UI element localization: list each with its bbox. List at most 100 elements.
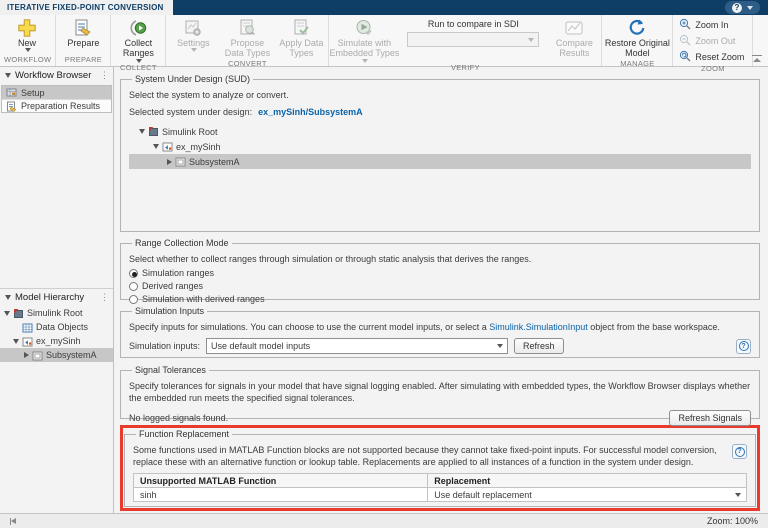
radio-simulation-with-derived-ranges[interactable]: Simulation with derived ranges	[129, 294, 751, 304]
propose-data-types-button[interactable]: Propose Data Types	[220, 15, 274, 59]
collect-ranges-button[interactable]: Collect Ranges	[111, 15, 165, 63]
simulation-inputs-dropdown-value: Use default model inputs	[211, 341, 311, 352]
main-panel: System Under Design (SUD) Select the sys…	[114, 67, 768, 513]
radio-button-icon	[129, 281, 138, 291]
signal-tolerances-section: Signal Tolerances Specify tolerances for…	[120, 365, 760, 427]
tree-item-data-objects-label: Data Objects	[36, 322, 89, 332]
toolbar-section-convert: Settings Propose Data Types Apply Data T…	[166, 15, 330, 68]
zoom-out-label: Zoom Out	[695, 36, 736, 46]
propose-data-types-button-label: Propose Data Types	[224, 38, 271, 59]
model-hierarchy-title: Model Hierarchy	[15, 292, 85, 303]
sud-tree-simulink-root[interactable]: Simulink Root	[129, 124, 751, 139]
help-button[interactable]: ?	[725, 1, 760, 14]
sud-tree-subsystema[interactable]: SubsystemA	[129, 154, 751, 170]
toolbar-section-verify: Simulate with Embedded Types Run to comp…	[329, 15, 603, 72]
tab-iterative-fixed-point-conversion[interactable]: ITERATIVE FIXED-POINT CONVERSION	[0, 0, 173, 15]
sud-tree-simulink-root-label: Simulink Root	[162, 126, 218, 137]
prepare-button-label: Prepare	[67, 38, 100, 48]
new-button-label: New	[17, 38, 36, 48]
refresh-signals-button[interactable]: Refresh Signals	[669, 410, 751, 427]
simulate-embedded-types-button[interactable]: Simulate with Embedded Types	[329, 15, 399, 63]
tree-item-ex-mysinh[interactable]: ex_mySinh	[0, 334, 113, 348]
zoom-out-button[interactable]: Zoom Out	[679, 34, 744, 48]
reset-zoom-label: Reset Zoom	[695, 52, 745, 62]
collapse-ribbon-icon[interactable]	[752, 55, 762, 62]
prepare-button[interactable]: Prepare	[56, 15, 110, 48]
compare-results-chart-icon	[564, 18, 584, 38]
chevron-down-icon	[497, 344, 504, 349]
workflow-browser-panel: Workflow Browser ⋮ Setup Preparation Res…	[0, 67, 113, 289]
help-icon: ?	[738, 341, 749, 352]
collapse-panel-icon[interactable]	[10, 517, 16, 525]
reset-zoom-button[interactable]: Reset Zoom	[679, 50, 744, 64]
new-button[interactable]: New	[0, 15, 54, 53]
chevron-down-icon	[5, 73, 11, 78]
sud-selected-link[interactable]: ex_mySinh/SubsystemA	[258, 107, 363, 117]
restore-original-model-button[interactable]: Restore Original Model	[602, 15, 672, 59]
function-replacement-description: Some functions used in MATLAB Function b…	[133, 445, 717, 468]
simulationinput-link[interactable]: Simulink.SimulationInput	[489, 322, 588, 332]
simulation-inputs-dropdown[interactable]: Use default model inputs	[206, 338, 509, 355]
chevron-down-icon	[153, 144, 159, 150]
titlebar-spacer	[173, 0, 726, 15]
prepare-checklist-icon	[73, 18, 93, 38]
sidebar-item-setup-label: Setup	[21, 87, 45, 98]
apply-data-types-button[interactable]: Apply Data Types	[274, 15, 328, 59]
section-label-workflow: WORKFLOW	[4, 55, 52, 64]
run-compare-label: Run to compare in SDI	[427, 19, 519, 29]
simulink-root-icon	[148, 126, 159, 137]
cell-replacement-dropdown[interactable]: Use default replacement	[427, 487, 747, 503]
simulink-root-icon	[13, 308, 24, 319]
sud-selected-label: Selected system under design:	[129, 107, 253, 118]
model-icon	[162, 141, 173, 152]
simulate-embedded-types-label: Simulate with Embedded Types	[329, 38, 400, 59]
kebab-menu-icon[interactable]: ⋮	[100, 293, 109, 302]
toolbar-section-workflow: New WORKFLOW	[0, 15, 57, 66]
section-label-collect: COLLECT	[120, 62, 157, 72]
chevron-right-icon	[24, 352, 29, 358]
section-label-zoom: ZOOM	[701, 64, 725, 73]
chevron-down-icon	[747, 5, 753, 10]
range-collection-description: Select whether to collect ranges through…	[129, 254, 532, 264]
chevron-down-icon	[25, 48, 31, 53]
radio-derived-ranges[interactable]: Derived ranges	[129, 281, 751, 291]
compare-results-button[interactable]: Compare Results	[547, 15, 601, 59]
workflow-browser-title: Workflow Browser	[15, 70, 92, 81]
function-replacement-table: Unsupported MATLAB Function Replacement …	[132, 473, 747, 503]
tree-item-data-objects[interactable]: Data Objects	[0, 320, 113, 334]
section-label-prepare: PREPARE	[64, 55, 103, 64]
function-replacement-help-button[interactable]: ?	[732, 444, 747, 459]
radio-button-icon	[129, 294, 138, 304]
radio-simulation-ranges-label: Simulation ranges	[142, 268, 215, 279]
model-hierarchy-header[interactable]: Model Hierarchy ⋮	[0, 289, 113, 306]
sidebar-item-preparation-results-label: Preparation Results	[21, 101, 101, 111]
sud-tree-ex-mysinh-label: ex_mySinh	[176, 141, 221, 152]
zoom-in-button[interactable]: Zoom In	[679, 18, 744, 32]
workflow-browser-header[interactable]: Workflow Browser ⋮	[0, 67, 113, 84]
settings-button[interactable]: Settings	[166, 15, 220, 53]
signal-tolerances-status: No logged signals found.	[129, 413, 229, 424]
model-hierarchy-panel: Model Hierarchy ⋮ Simulink Root Data Obj…	[0, 289, 113, 513]
kebab-menu-icon[interactable]: ⋮	[100, 71, 109, 80]
radio-simulation-ranges[interactable]: Simulation ranges	[129, 268, 751, 278]
run-compare-dropdown[interactable]	[407, 32, 540, 47]
simulation-inputs-help-button[interactable]: ?	[736, 338, 751, 354]
zoom-in-magnifier-icon	[679, 18, 691, 32]
sud-tree: Simulink Root ex_mySinh SubsystemA	[129, 124, 751, 170]
help-icon: ?	[732, 2, 742, 13]
section-label-manage: MANAGE	[620, 58, 655, 68]
sidebar-item-setup[interactable]: Setup	[2, 86, 111, 99]
radio-button-icon	[129, 268, 138, 278]
table-row: sinh Use default replacement	[132, 487, 747, 503]
sud-tree-ex-mysinh[interactable]: ex_mySinh	[129, 139, 751, 154]
section-label-verify: VERIFY	[450, 62, 480, 72]
title-bar: ITERATIVE FIXED-POINT CONVERSION ?	[0, 0, 768, 15]
chevron-down-icon	[191, 48, 198, 53]
tree-item-simulink-root[interactable]: Simulink Root	[0, 306, 113, 320]
collect-ranges-icon	[128, 18, 148, 38]
sidebar-item-preparation-results[interactable]: Preparation Results	[2, 99, 111, 112]
tree-item-subsystema[interactable]: SubsystemA	[0, 348, 113, 362]
refresh-button[interactable]: Refresh	[514, 338, 564, 355]
sud-section-title: System Under Design (SUD)	[135, 74, 251, 84]
function-replacement-section: Function Replacement Some functions used…	[124, 429, 756, 507]
